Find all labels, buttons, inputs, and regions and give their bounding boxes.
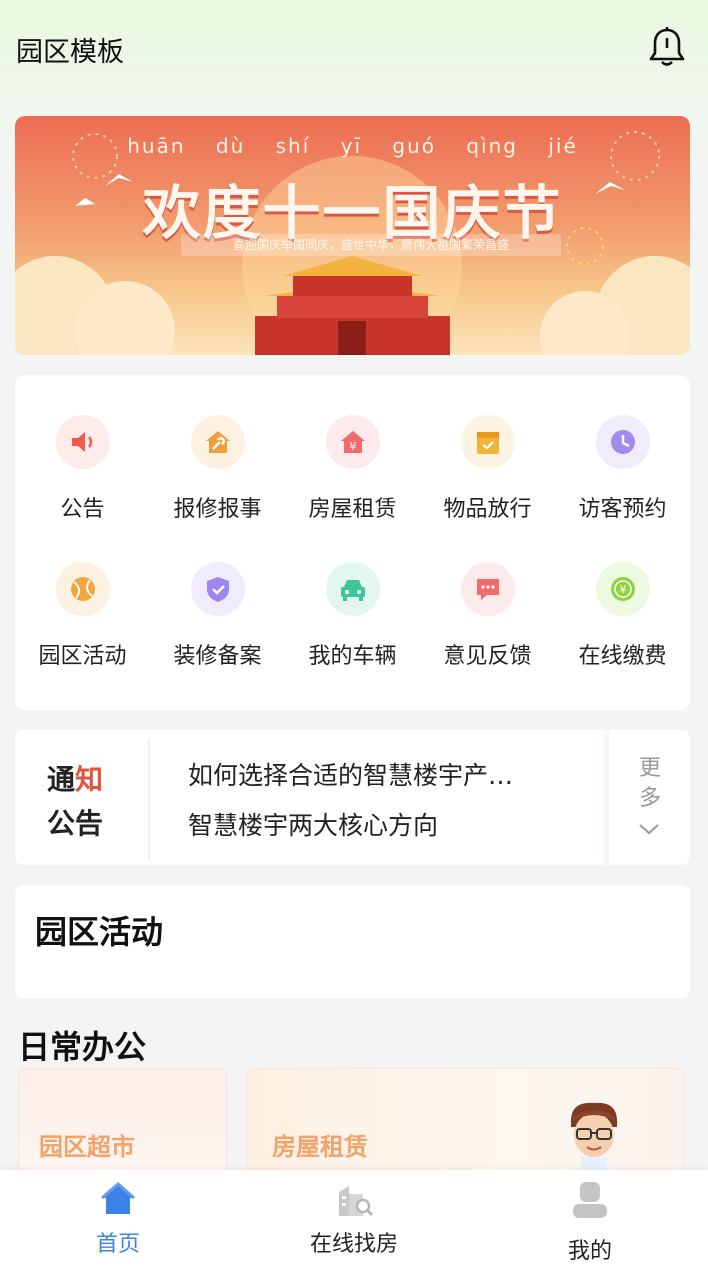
service-feedback[interactable]: 意见反馈 <box>420 522 555 669</box>
service-repair[interactable]: 报修报事 <box>150 375 285 522</box>
service-label: 房屋租赁 <box>308 497 397 522</box>
holiday-banner[interactable]: huān dù shí yī guó qìng jié 欢度十一国庆节 喜迎国庆… <box>15 116 690 355</box>
service-label: 装修备案 <box>173 644 262 669</box>
service-payment[interactable]: ¥ 在线缴费 <box>555 522 690 669</box>
notice-item[interactable]: 如何选择合适的智慧楼宇产… <box>188 756 513 792</box>
svg-text:¥: ¥ <box>620 583 627 596</box>
tab-profile[interactable]: 我的 <box>472 1170 708 1266</box>
notice-tag: 通知 公告 <box>47 758 103 846</box>
service-vehicle[interactable]: 我的车辆 <box>285 522 420 669</box>
card-label: 园区超市 <box>39 1133 135 1161</box>
agent-avatar-illustration <box>571 1102 617 1171</box>
service-label: 在线缴费 <box>578 644 667 669</box>
building-search-icon <box>339 1186 374 1217</box>
page-title: 园区模板 <box>16 37 124 68</box>
home-icon <box>101 1182 135 1214</box>
notice-item[interactable]: 智慧楼宇两大核心方向 <box>188 806 438 842</box>
tab-find-house[interactable]: 在线找房 <box>236 1170 472 1266</box>
banner-pinyin: huān dù shí yī guó qìng jié <box>127 134 578 158</box>
service-label: 我的车辆 <box>308 644 397 669</box>
speaker-icon <box>72 432 93 452</box>
service-house-rental[interactable]: ¥ 房屋租赁 <box>285 375 420 522</box>
service-announcement[interactable]: 公告 <box>15 375 150 522</box>
service-label: 访客预约 <box>578 497 667 522</box>
bell-icon[interactable] <box>648 26 686 68</box>
service-activity[interactable]: 园区活动 <box>15 522 150 669</box>
service-label: 园区活动 <box>38 644 127 669</box>
coin-icon: ¥ <box>611 577 635 601</box>
notice-bar: 通知 公告 如何选择合适的智慧楼宇产… 智慧楼宇两大核心方向 更多 <box>15 730 690 865</box>
ball-icon <box>71 577 95 601</box>
activity-title: 园区活动 <box>35 913 164 951</box>
wrench-house-icon <box>206 431 230 453</box>
service-label: 报修报事 <box>173 497 262 522</box>
service-visitor[interactable]: 访客预约 <box>555 375 690 522</box>
chat-icon <box>477 579 499 600</box>
tab-home[interactable]: 首页 <box>0 1170 236 1266</box>
header: 园区模板 <box>0 0 708 96</box>
tab-label: 首页 <box>95 1232 140 1257</box>
service-item-release[interactable]: 物品放行 <box>420 375 555 522</box>
service-label: 意见反馈 <box>443 644 532 669</box>
house-yen-icon: ¥ <box>341 431 365 453</box>
notice-tag-line2: 公告 <box>47 807 104 840</box>
car-icon <box>341 580 365 601</box>
banner-subtitle: 喜迎国庆举国同庆，盛世中华，愿伟大祖国繁荣昌盛 <box>181 234 561 256</box>
service-decoration[interactable]: 装修备案 <box>150 522 285 669</box>
more-label: 更多 <box>638 756 661 811</box>
bottom-tab-bar: 首页 在线找房 我的 <box>0 1170 708 1266</box>
service-label: 物品放行 <box>443 497 532 522</box>
office-title: 日常办公 <box>18 1028 147 1066</box>
activity-section: 园区活动 <box>15 885 690 998</box>
service-label: 公告 <box>60 497 105 522</box>
notice-divider <box>148 738 150 860</box>
svg-text:¥: ¥ <box>350 440 357 453</box>
shield-icon <box>207 577 229 602</box>
chevron-down-icon <box>639 824 659 835</box>
clock-icon <box>611 430 635 454</box>
user-icon <box>573 1182 607 1218</box>
service-grid: 公告 报修报事 ¥ 房屋租赁 物品放行 访客预约 园区活动 装修备案 我的车辆 … <box>15 375 690 710</box>
more-button[interactable]: 更多 <box>609 730 690 865</box>
tab-label: 在线找房 <box>309 1232 398 1257</box>
box-icon <box>477 432 499 454</box>
tab-label: 我的 <box>567 1239 612 1264</box>
notice-tag-char: 通 <box>47 763 76 796</box>
card-label: 房屋租赁 <box>272 1133 368 1161</box>
notice-tag-char-red: 知 <box>75 763 104 796</box>
